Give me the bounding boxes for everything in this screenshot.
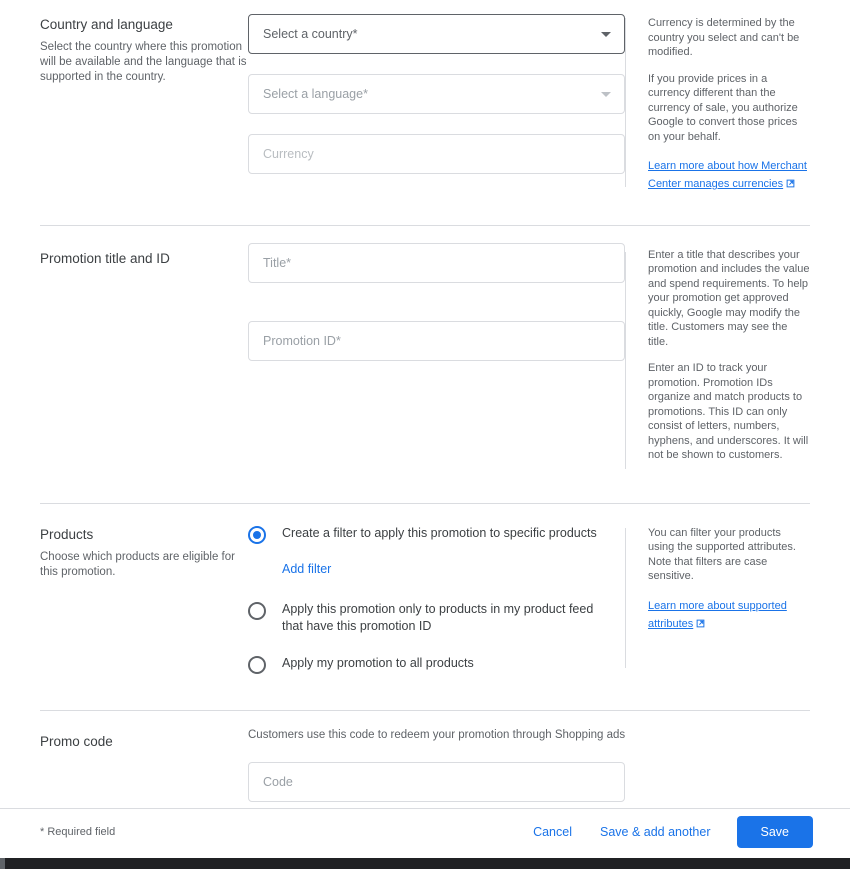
external-link-icon xyxy=(786,178,795,193)
promo-code-help-column xyxy=(625,731,810,802)
radio-option-create-filter[interactable]: Create a filter to apply this promotion … xyxy=(248,525,625,544)
promo-code-description: Customers use this code to redeem your p… xyxy=(248,728,626,741)
footer-actions: Cancel Save & add another Save xyxy=(519,816,813,848)
promotion-title-input[interactable]: Title* xyxy=(248,242,625,283)
promotion-title-help-column: Enter a title that describes your promot… xyxy=(625,248,810,475)
promotion-id-input[interactable]: Promotion ID* xyxy=(248,320,625,361)
chevron-down-icon xyxy=(601,32,611,37)
section-products: Products Choose which products are eligi… xyxy=(0,504,850,674)
radio-icon-unselected[interactable] xyxy=(248,655,266,674)
link-supported-attributes[interactable]: Learn more about supported attributes xyxy=(648,600,787,630)
promo-code-placeholder: Code xyxy=(263,774,293,789)
promo-code-fields-column: Customers use this code to redeem your p… xyxy=(248,728,626,802)
promotion-title-label-column: Promotion title and ID xyxy=(40,248,248,475)
radio-icon-unselected[interactable] xyxy=(248,601,266,620)
link-label: Learn more about how Merchant Center man… xyxy=(648,160,807,190)
promotion-title-placeholder: Title* xyxy=(263,255,292,270)
products-options-column: Create a filter to apply this promotion … xyxy=(248,524,625,674)
save-and-add-another-button[interactable]: Save & add another xyxy=(586,817,725,847)
promotion-title-fields-column: Title* Promotion ID* xyxy=(248,242,625,475)
country-language-fields-column: Select a country* Select a language* Cur… xyxy=(248,14,625,193)
currency-field: Currency xyxy=(248,134,625,174)
link-label: Learn more about supported attributes xyxy=(648,599,787,630)
country-select[interactable]: Select a country* xyxy=(248,14,625,54)
section-description-country-and-language: Select the country where this promotion … xyxy=(40,41,247,83)
promo-code-input[interactable]: Code xyxy=(248,761,625,802)
window-bottom-strip xyxy=(0,858,850,869)
add-filter-link[interactable]: Add filter xyxy=(282,562,331,576)
country-select-placeholder: Select a country* xyxy=(263,27,358,41)
help-text-id-guidance: Enter an ID to track your promotion. Pro… xyxy=(648,362,809,461)
country-language-help-column: Currency is determined by the country yo… xyxy=(625,14,810,193)
country-language-label-column: Country and language Select the country … xyxy=(40,14,248,193)
products-help-column: You can filter your products using the s… xyxy=(625,524,810,674)
external-link-icon xyxy=(696,618,705,633)
radio-label-all-products: Apply my promotion to all products xyxy=(282,655,474,670)
chevron-down-icon xyxy=(601,92,611,97)
currency-field-placeholder: Currency xyxy=(263,147,314,161)
language-select-placeholder: Select a language* xyxy=(263,87,368,101)
promotion-form-page: Country and language Select the country … xyxy=(0,0,850,855)
promo-code-label-column: Promo code xyxy=(40,731,248,802)
bottom-strip-nub xyxy=(0,858,5,869)
help-text-currency-determined: Currency is determined by the country yo… xyxy=(648,17,800,58)
required-field-note: * Required field xyxy=(40,826,116,838)
radio-label-create-filter: Create a filter to apply this promotion … xyxy=(282,525,597,540)
section-country-and-language: Country and language Select the country … xyxy=(0,0,850,193)
section-title-products: Products xyxy=(40,526,94,542)
promotion-id-placeholder: Promotion ID* xyxy=(263,333,341,348)
section-title-promotion-title-and-id: Promotion title and ID xyxy=(40,250,170,266)
help-text-currency-conversion: If you provide prices in a currency diff… xyxy=(648,72,798,143)
language-select[interactable]: Select a language* xyxy=(248,74,625,114)
radio-label-promotion-id-feed: Apply this promotion only to products in… xyxy=(282,601,594,633)
radio-option-all-products[interactable]: Apply my promotion to all products xyxy=(248,655,625,674)
products-label-column: Products Choose which products are eligi… xyxy=(40,524,248,674)
section-title-promo-code: Promo code xyxy=(40,733,113,749)
section-title-country-and-language: Country and language xyxy=(40,17,173,32)
radio-option-promotion-id-feed[interactable]: Apply this promotion only to products in… xyxy=(248,601,625,635)
form-footer: * Required field Cancel Save & add anoth… xyxy=(0,808,850,855)
save-button[interactable]: Save xyxy=(736,816,813,848)
cancel-button[interactable]: Cancel xyxy=(519,817,586,847)
link-merchant-center-currencies[interactable]: Learn more about how Merchant Center man… xyxy=(648,160,807,190)
section-promotion-title-and-id: Promotion title and ID Title* Promotion … xyxy=(0,226,850,475)
section-description-products: Choose which products are eligible for t… xyxy=(40,550,235,578)
section-promo-code: Promo code Customers use this code to re… xyxy=(0,711,850,802)
radio-icon-selected[interactable] xyxy=(248,525,266,544)
help-text-title-guidance: Enter a title that describes your promot… xyxy=(648,248,810,348)
help-text-product-filters: You can filter your products using the s… xyxy=(648,526,796,583)
